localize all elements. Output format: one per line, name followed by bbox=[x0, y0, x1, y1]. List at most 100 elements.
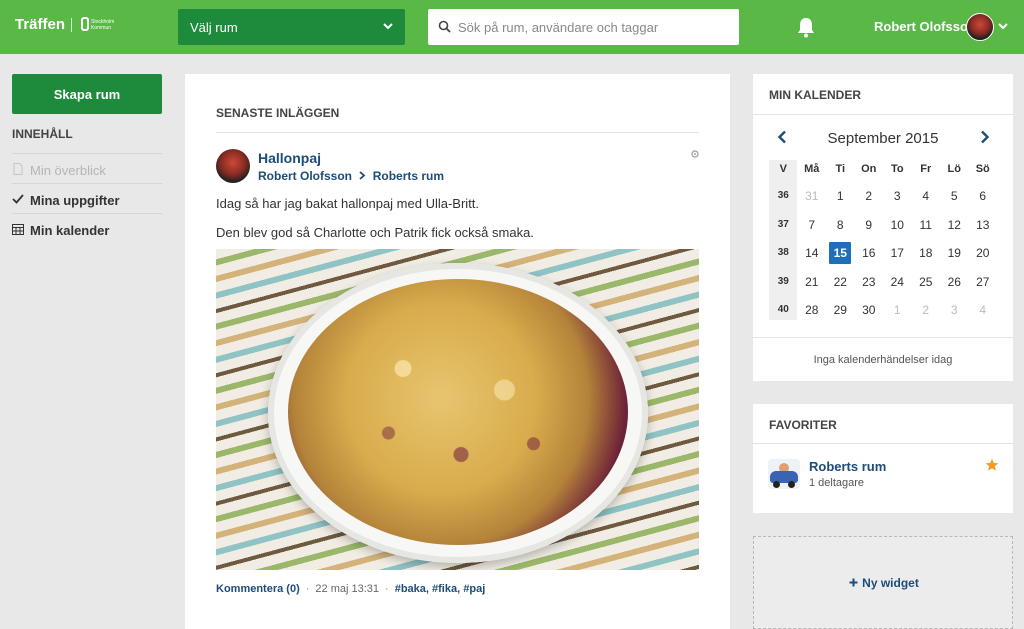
calendar-day[interactable]: 6 bbox=[969, 182, 998, 211]
post-author-avatar[interactable] bbox=[216, 149, 250, 183]
weekday-header: Ti bbox=[835, 163, 846, 175]
calendar-day[interactable]: 22 bbox=[826, 268, 855, 297]
calendar-day[interactable]: 10 bbox=[883, 211, 912, 240]
tag-link[interactable]: #fika bbox=[432, 583, 457, 595]
logo-mark-icon bbox=[81, 17, 89, 31]
separator: · bbox=[385, 583, 389, 595]
post-image[interactable] bbox=[216, 249, 699, 570]
calendar-day-number: 29 bbox=[833, 303, 847, 317]
calendar-day[interactable]: 3 bbox=[883, 182, 912, 211]
calendar-day[interactable]: 14 bbox=[798, 239, 827, 268]
calendar-day[interactable]: 26 bbox=[940, 268, 969, 297]
chevron-down-icon bbox=[383, 23, 393, 30]
calendar-day[interactable]: 30 bbox=[855, 296, 884, 325]
star-icon[interactable] bbox=[985, 458, 999, 472]
calendar-day[interactable]: 7 bbox=[798, 211, 827, 240]
create-room-button[interactable]: Skapa rum bbox=[12, 74, 162, 114]
week-number: 40 bbox=[777, 304, 789, 315]
post-room-link[interactable]: Roberts rum bbox=[373, 169, 444, 183]
wheel bbox=[773, 481, 780, 488]
tag-link[interactable]: #baka bbox=[395, 583, 426, 595]
user-menu-name[interactable]: Robert Olofsson bbox=[874, 19, 976, 34]
calendar-day-number: 7 bbox=[808, 217, 816, 232]
calendar-day-number: 14 bbox=[805, 246, 819, 260]
calendar-day-number: 13 bbox=[976, 217, 990, 232]
calendar-day-number: 19 bbox=[947, 246, 961, 260]
new-widget-button[interactable]: Ny widget bbox=[753, 536, 1013, 629]
gear-icon[interactable] bbox=[690, 149, 700, 159]
calendar-day-today[interactable]: 15 bbox=[826, 239, 855, 268]
calendar-day-number: 28 bbox=[805, 303, 819, 317]
calendar-day[interactable]: 4 bbox=[912, 182, 941, 211]
search-bar bbox=[428, 9, 739, 45]
calendar-day[interactable]: 2 bbox=[912, 296, 941, 325]
user-avatar[interactable] bbox=[966, 13, 994, 41]
calendar-day-number: 27 bbox=[976, 274, 990, 289]
calendar-day[interactable]: 9 bbox=[855, 211, 884, 240]
calendar-day-number: 1 bbox=[836, 189, 844, 203]
weekday-header: Må bbox=[804, 163, 820, 175]
calendar-day-number: 5 bbox=[950, 189, 958, 203]
calendar-day[interactable]: 2 bbox=[855, 182, 884, 211]
notification-bell-icon[interactable] bbox=[796, 16, 816, 38]
calendar-day[interactable]: 18 bbox=[912, 239, 941, 268]
calendar-day-number: 1 bbox=[893, 303, 901, 317]
calendar-day[interactable]: 29 bbox=[826, 296, 855, 325]
calendar-day[interactable]: 21 bbox=[798, 268, 827, 297]
new-widget-label: Ny widget bbox=[754, 576, 1014, 590]
post-title[interactable]: Hallonpaj bbox=[258, 150, 321, 166]
post-author-link[interactable]: Robert Olofsson bbox=[258, 169, 352, 183]
calendar-day[interactable]: 16 bbox=[855, 239, 884, 268]
sidebar-item-label: Mina uppgifter bbox=[30, 193, 120, 208]
calendar-day[interactable]: 28 bbox=[798, 296, 827, 325]
chevron-right-icon[interactable] bbox=[980, 130, 990, 144]
calendar-day[interactable]: 31 bbox=[798, 182, 827, 211]
calendar-day[interactable]: 13 bbox=[969, 211, 998, 240]
calendar-day[interactable]: 17 bbox=[883, 239, 912, 268]
sidebar-item-label: Min överblick bbox=[30, 163, 106, 178]
sidebar-item-overview[interactable]: Min överblick bbox=[12, 153, 162, 183]
document-icon bbox=[13, 163, 23, 175]
chevron-left-icon[interactable] bbox=[777, 130, 787, 144]
divider bbox=[216, 132, 699, 133]
calendar-day[interactable]: 27 bbox=[969, 268, 998, 297]
calendar-day[interactable]: 11 bbox=[912, 211, 941, 240]
calendar-day[interactable]: 23 bbox=[855, 268, 884, 297]
new-widget-text: Ny widget bbox=[862, 576, 919, 590]
comment-link[interactable]: Kommentera (0) bbox=[216, 583, 300, 595]
calendar-day[interactable]: 3 bbox=[940, 296, 969, 325]
calendar-day[interactable]: 4 bbox=[969, 296, 998, 325]
weekday-header: On bbox=[861, 163, 877, 175]
sidebar-item-calendar[interactable]: Min kalender bbox=[12, 213, 162, 243]
calendar-day[interactable]: 19 bbox=[940, 239, 969, 268]
favorite-room-name[interactable]: Roberts rum bbox=[809, 459, 886, 474]
brand-divider bbox=[71, 18, 72, 32]
chevron-right-icon bbox=[359, 171, 366, 180]
calendar-day[interactable]: 5 bbox=[940, 182, 969, 211]
calendar-day[interactable]: 8 bbox=[826, 211, 855, 240]
calendar-day[interactable]: 20 bbox=[969, 239, 998, 268]
post-timestamp: 22 maj 13:31 bbox=[315, 583, 380, 595]
room-select-dropdown[interactable]: Välj rum bbox=[178, 9, 405, 45]
calendar-day-number: 26 bbox=[947, 274, 961, 289]
calendar-day-number: 10 bbox=[890, 217, 904, 232]
calendar-day-number: 17 bbox=[890, 246, 904, 260]
calendar-day[interactable]: 1 bbox=[883, 296, 912, 325]
sidebar-item-tasks[interactable]: Mina uppgifter bbox=[12, 183, 162, 213]
calendar-day-number: 16 bbox=[862, 246, 876, 260]
calendar-day-number: 2 bbox=[865, 189, 873, 203]
calendar-day-number: 30 bbox=[862, 303, 876, 317]
calendar-day-number: 3 bbox=[893, 189, 901, 203]
calendar-day[interactable]: 1 bbox=[826, 182, 855, 211]
post-footer: Kommentera (0) · 22 maj 13:31 · #baka, #fika… bbox=[216, 583, 485, 595]
search-icon bbox=[438, 20, 451, 33]
tag-link[interactable]: #paj bbox=[463, 583, 485, 595]
calendar-day[interactable]: 12 bbox=[940, 211, 969, 240]
divider bbox=[753, 114, 1013, 115]
calendar-day[interactable]: 25 bbox=[912, 268, 941, 297]
search-input[interactable] bbox=[458, 9, 733, 45]
user-menu-chevron-down-icon[interactable] bbox=[998, 22, 1008, 30]
calendar-day-number: 11 bbox=[919, 217, 932, 232]
calendar-day[interactable]: 24 bbox=[883, 268, 912, 297]
room-thumbnail[interactable] bbox=[768, 459, 800, 489]
